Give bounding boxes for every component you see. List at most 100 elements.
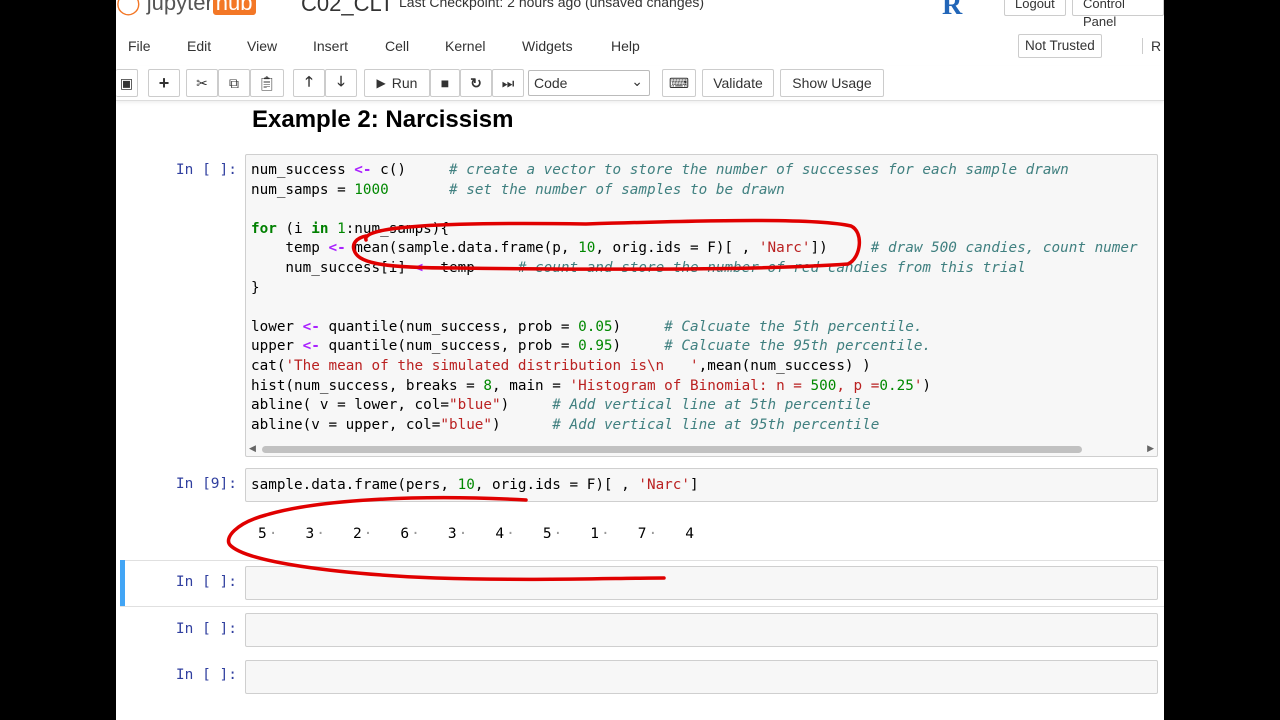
output-separator: · — [363, 526, 373, 542]
scroll-right-icon[interactable]: ▶ — [1147, 443, 1154, 454]
code-line: lower <- quantile(num_success, prob = 0.… — [251, 318, 923, 335]
menu-widgets[interactable]: Widgets — [522, 38, 573, 54]
output-separator: · — [411, 526, 420, 542]
markdown-heading: Example 2: Narcissism — [252, 106, 514, 133]
output-separator: · — [458, 526, 468, 542]
code-line: upper <- quantile(num_success, prob = 0.… — [251, 338, 932, 355]
output-separator: · — [601, 526, 610, 542]
jupyter-notebook-window: ◯ jupyter hub C02_CLT Last Checkpoint: 2 … — [116, 0, 1164, 720]
menu-insert[interactable]: Insert — [313, 38, 348, 54]
code-line: cat('The mean of the simulated distribut… — [251, 357, 871, 374]
menubar: File Edit View Insert Cell Kernel Widget… — [116, 30, 1164, 62]
menu-cell[interactable]: Cell — [385, 38, 409, 54]
move-up-button[interactable]: 🡑 — [293, 69, 325, 97]
output-value: 4 — [685, 526, 694, 542]
run-button[interactable]: ▶ Run — [364, 69, 430, 97]
r-kernel-logo-icon: R — [942, 0, 963, 21]
checkpoint-status: Last Checkpoint: 2 hours ago (unsaved ch… — [399, 0, 705, 10]
cell-prompt: In [9]: — [175, 476, 237, 492]
notebook-header: ◯ jupyter hub C02_CLT Last Checkpoint: 2 … — [116, 0, 1164, 29]
notebook-name[interactable]: C02_CLT — [301, 0, 394, 17]
empty-code-cell[interactable] — [245, 566, 1158, 600]
menu-view[interactable]: View — [247, 38, 277, 54]
output-separator: · — [316, 526, 325, 542]
code-line: num_success <- c() # create a vector to … — [251, 162, 1069, 178]
selected-cell-border — [120, 606, 1164, 607]
restart-icon: ↻ — [470, 74, 482, 91]
restart-button[interactable]: ↻ — [460, 69, 492, 97]
show-usage-button[interactable]: Show Usage — [780, 69, 884, 97]
jupyterhub-logo[interactable]: ◯ jupyter hub — [116, 0, 256, 16]
menu-file[interactable]: File — [128, 38, 151, 54]
empty-code-cell[interactable] — [245, 613, 1158, 647]
output-separator: · — [648, 526, 658, 542]
arrow-down-icon: 🡓 — [337, 73, 345, 89]
output-separator: · — [553, 526, 563, 542]
paste-button[interactable]: 📋︎ — [250, 69, 284, 97]
cell-type-value: Code — [534, 75, 568, 91]
code-line: abline(v = upper, col="blue") # Add vert… — [251, 416, 880, 433]
horizontal-scrollbar[interactable]: ◀ ▶ — [246, 443, 1157, 455]
cell-output: 5 · 3 · 2 · 6 · 3 · 4 · 5 · 1 · 7 · 4 — [258, 526, 708, 542]
code-editor[interactable]: num_success <- c() # create a vector to … — [246, 155, 1157, 435]
menu-edit[interactable]: Edit — [187, 38, 211, 54]
code-line: for (i in 1:num_samps){ — [251, 220, 449, 237]
save-icon: ▣ — [119, 74, 134, 91]
scissors-icon: ✂ — [196, 74, 208, 91]
keyboard-icon: ⌨ — [668, 74, 690, 91]
output-separator: · — [268, 526, 278, 542]
cell-prompt: In [ ]: — [175, 667, 237, 683]
cut-button[interactable]: ✂ — [186, 69, 218, 97]
kernel-indicator: R — [1142, 38, 1161, 54]
selected-cell-border — [120, 560, 1164, 561]
output-value: 5 · — [542, 526, 563, 542]
output-value: 3 · — [305, 526, 325, 542]
run-label: Run — [391, 75, 418, 91]
control-panel-button[interactable]: Control Panel — [1072, 0, 1164, 29]
empty-code-cell[interactable] — [245, 660, 1158, 694]
not-trusted-indicator[interactable]: Not Trusted — [1018, 34, 1102, 58]
code-editor[interactable]: sample.data.frame(pers, 10, orig.ids = F… — [246, 469, 1157, 496]
output-separator: · — [506, 526, 515, 542]
output-value: 7 · — [637, 526, 658, 542]
cell-type-select[interactable]: Code ⌄ — [528, 70, 650, 96]
cell-prompt: In [ ]: — [175, 621, 237, 637]
command-palette-button[interactable]: ⌨ — [662, 69, 696, 97]
logo-text: jupyter — [146, 0, 213, 15]
move-down-button[interactable]: 🡓 — [325, 69, 357, 97]
plus-icon: + — [158, 72, 170, 93]
toolbar: ▣ + ✂ ⧉ 📋︎ 🡑 🡓 ▶ Run ■ ↻ ⏭ Code ⌄ ⌨ Vali… — [116, 66, 1164, 101]
cell-prompt: In [ ]: — [175, 162, 237, 178]
copy-button[interactable]: ⧉ — [218, 69, 250, 97]
restart-run-all-button[interactable]: ⏭ — [492, 69, 524, 97]
scroll-left-icon[interactable]: ◀ — [249, 443, 256, 454]
menu-kernel[interactable]: Kernel — [445, 38, 485, 54]
insert-cell-button[interactable]: + — [148, 69, 180, 97]
jupyter-logo-icon: ◯ — [116, 0, 141, 15]
logo-hub-text: hub — [212, 0, 256, 15]
code-line: num_samps = 1000 # set the number of sam… — [251, 181, 785, 198]
code-cell-input[interactable]: num_success <- c() # create a vector to … — [245, 154, 1158, 457]
interrupt-button[interactable]: ■ — [430, 69, 460, 97]
arrow-up-icon: 🡑 — [305, 73, 313, 89]
code-line: num_success[i] <- temp # count and store… — [251, 259, 1026, 276]
output-value: 5 · — [258, 526, 278, 542]
code-line: temp <- mean(sample.data.frame(p, 10, or… — [251, 240, 1138, 257]
menu-help[interactable]: Help — [611, 38, 640, 54]
validate-button[interactable]: Validate — [702, 69, 774, 97]
copy-icon: ⧉ — [229, 74, 239, 91]
output-value: 3 · — [447, 526, 468, 542]
code-cell-input[interactable]: sample.data.frame(pers, 10, orig.ids = F… — [245, 468, 1158, 502]
output-value: 4 · — [495, 526, 515, 542]
stop-icon: ■ — [440, 75, 450, 91]
logout-button[interactable]: Logout — [1004, 0, 1066, 16]
scrollbar-thumb[interactable] — [262, 446, 1082, 453]
code-line: sample.data.frame(pers, 10, orig.ids = F… — [251, 477, 699, 493]
fast-forward-icon: ⏭ — [501, 74, 515, 91]
code-line: hist(num_success, breaks = 8, main = 'Hi… — [251, 377, 932, 394]
output-value: 6 · — [400, 526, 420, 542]
code-line: abline( v = lower, col="blue") # Add ver… — [251, 397, 871, 414]
save-button[interactable]: ▣ — [116, 69, 138, 97]
code-line: } — [251, 279, 260, 296]
cell-prompt: In [ ]: — [175, 574, 237, 590]
